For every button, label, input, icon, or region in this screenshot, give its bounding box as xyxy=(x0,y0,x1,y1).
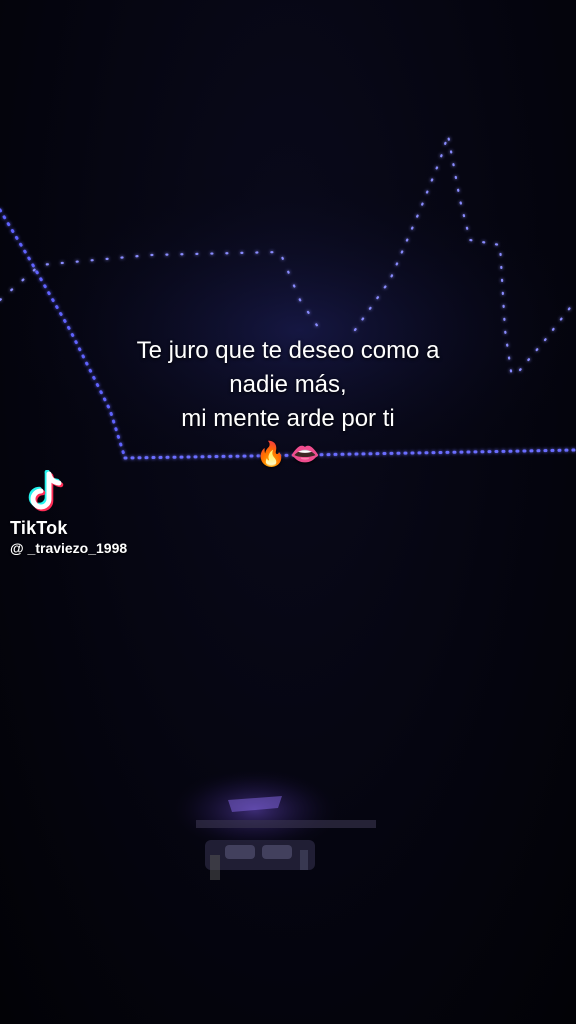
dim-room-scene xyxy=(165,765,376,880)
video-frame[interactable]: Te juro que te deseo como a nadie más, m… xyxy=(0,0,576,1024)
tiktok-brand-text: TikTok xyxy=(10,518,68,538)
lips-emoji-icon: 👄 xyxy=(290,441,320,468)
tiktok-logo-icon xyxy=(28,470,64,512)
fire-emoji-icon: 🔥 xyxy=(256,441,286,468)
caption-line-3: mi mente arde por ti xyxy=(181,405,395,432)
caption-line-2: nadie más, xyxy=(229,371,347,398)
tiktok-watermark: TikTok @ _traviezo_1998 xyxy=(10,470,190,560)
creator-handle: @ _traviezo_1998 xyxy=(10,540,128,556)
video-caption: Te juro que te deseo como a nadie más, m… xyxy=(48,334,528,472)
caption-line-1: Te juro que te deseo como a xyxy=(136,337,440,364)
caption-emoji-row: 🔥 👄 xyxy=(256,438,320,472)
